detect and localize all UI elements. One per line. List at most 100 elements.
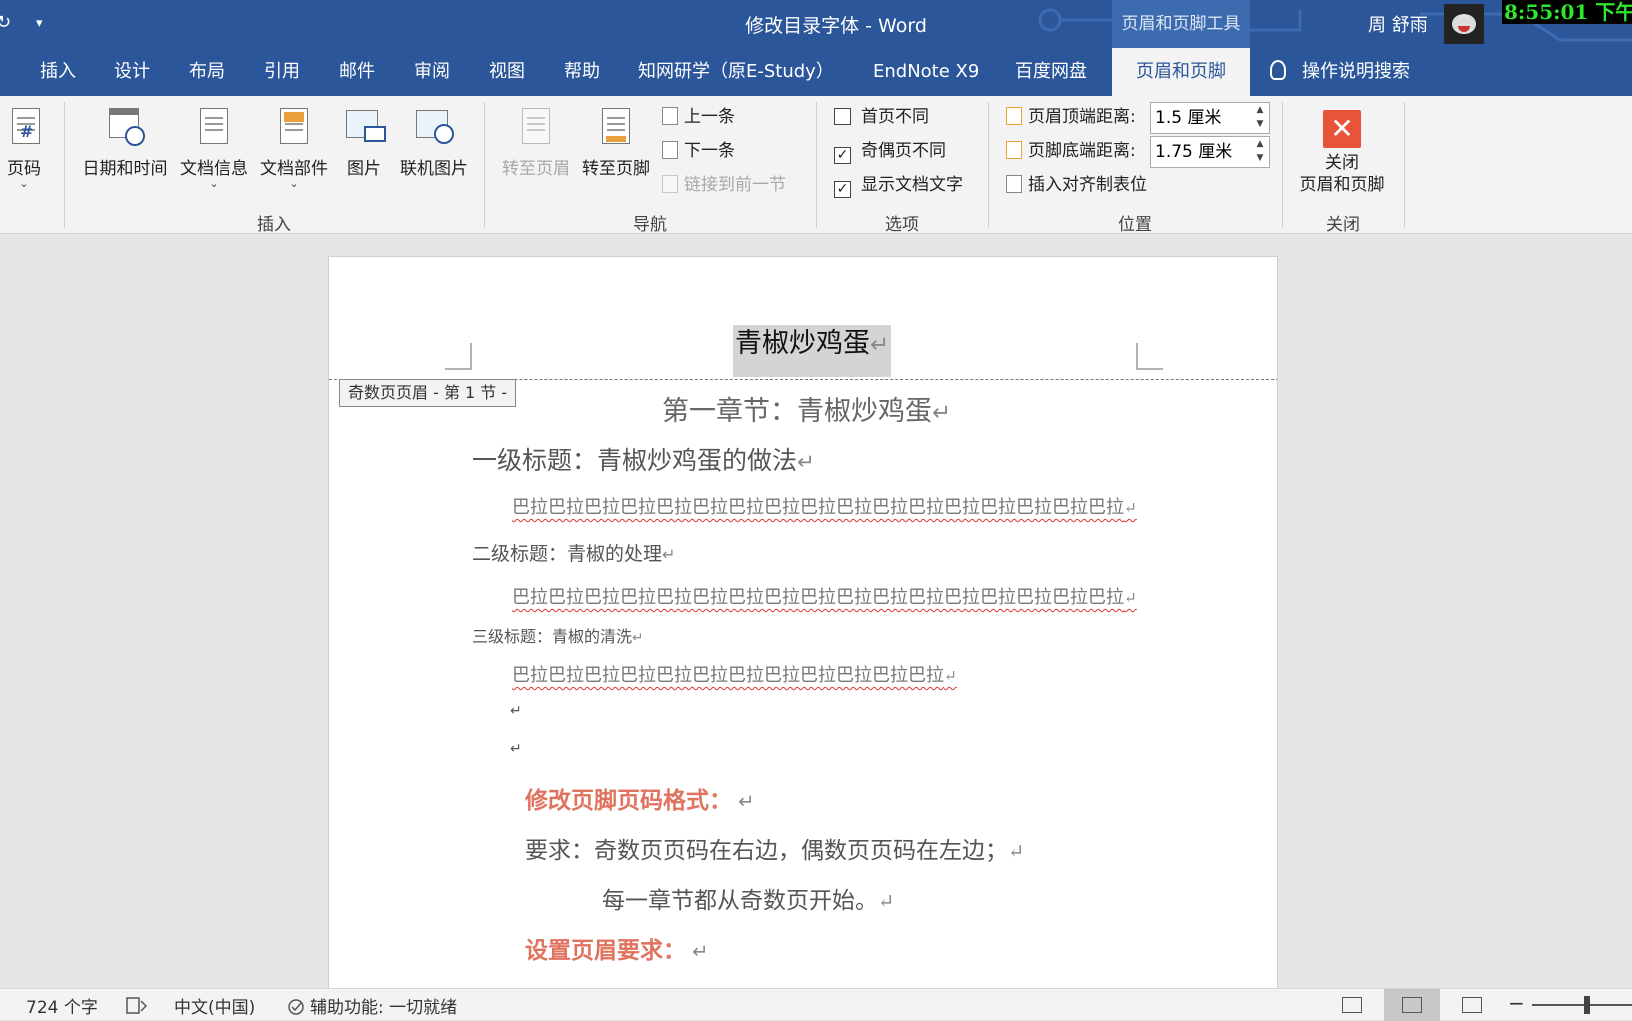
tab-mailings[interactable]: 邮件 <box>339 48 375 96</box>
page-number-button[interactable]: # 页码 ⌄ <box>0 106 48 189</box>
insert-group-label: 插入 <box>257 215 291 235</box>
date-time-button[interactable]: 日期和时间 <box>80 106 170 179</box>
previous-section-icon <box>662 107 678 125</box>
goto-header-button[interactable]: 转至页眉 <box>498 106 574 179</box>
tab-insert[interactable]: 插入 <box>40 48 76 96</box>
footer-position-icon <box>1006 141 1022 159</box>
document-info-icon <box>194 106 234 148</box>
ribbon-tabs: 插入 设计 布局 引用 邮件 审阅 视图 帮助 知网研学（原E-Study） E… <box>0 48 1632 96</box>
avatar[interactable] <box>1444 4 1484 44</box>
accessibility-status[interactable]: 辅助功能: 一切就绪 <box>310 993 457 1018</box>
quick-parts-icon <box>274 106 314 148</box>
account-name[interactable]: 周 舒雨 <box>1368 11 1428 37</box>
group-separator <box>1404 102 1405 228</box>
header-requirement-heading[interactable]: 设置页眉要求： ↵ <box>525 931 709 965</box>
online-picture-icon <box>414 106 454 148</box>
print-layout-icon <box>1402 997 1422 1013</box>
header-from-top-label: 页眉顶端距离: <box>1006 104 1136 130</box>
tab-endnote[interactable]: EndNote X9 <box>873 48 979 96</box>
spinner-arrows-icon[interactable]: ▲ ▼ <box>1253 137 1267 167</box>
document-page[interactable]: 青椒炒鸡蛋↵ 奇数页页眉 - 第 1 节 - 第一章节：青椒炒鸡蛋↵ 一级标题：… <box>328 256 1278 996</box>
zoom-out-icon[interactable]: − <box>1508 991 1525 1015</box>
read-mode-button[interactable] <box>1324 989 1380 1021</box>
page-number-icon: # <box>4 106 44 148</box>
insert-alignment-tab-button[interactable]: 插入对齐制表位 <box>1006 172 1147 198</box>
proofing-icon[interactable] <box>126 997 148 1015</box>
zoom-slider-thumb[interactable] <box>1584 996 1590 1014</box>
position-group-label: 位置 <box>1118 215 1152 235</box>
requirement-line-1[interactable]: 要求：奇数页页码在右边，偶数页页码在左边；↵ <box>525 831 1024 865</box>
tab-references[interactable]: 引用 <box>264 48 300 96</box>
tab-review[interactable]: 审阅 <box>414 48 450 96</box>
tab-header-footer[interactable]: 页眉和页脚 <box>1112 48 1250 96</box>
quick-parts-button[interactable]: 文档部件 ⌄ <box>256 106 332 189</box>
language-indicator[interactable]: 中文(中国) <box>174 993 255 1018</box>
previous-button[interactable]: 上一条 <box>662 104 735 130</box>
tell-me-label: 操作说明搜索 <box>1302 61 1410 82</box>
link-to-previous-button[interactable]: 链接到前一节 <box>662 172 786 198</box>
heading-level-2[interactable]: 二级标题：青椒的处理↵ <box>472 539 676 566</box>
crop-mark-icon <box>445 343 472 370</box>
next-button[interactable]: 下一条 <box>662 138 735 164</box>
contextual-tab-group-label: 页眉和页脚工具 <box>1112 0 1250 48</box>
header-from-top-spinner[interactable]: 1.5 厘米 ▲ ▼ <box>1150 102 1270 134</box>
pictures-button[interactable]: 图片 <box>340 106 388 179</box>
alignment-tab-icon <box>1006 175 1022 193</box>
close-group-label: 关闭 <box>1326 215 1360 235</box>
link-icon <box>662 175 678 193</box>
web-layout-button[interactable] <box>1444 989 1500 1021</box>
lightbulb-icon <box>1270 60 1286 80</box>
picture-icon <box>344 106 386 148</box>
document-info-button[interactable]: 文档信息 ⌄ <box>176 106 252 189</box>
chapter-heading[interactable]: 第一章节：青椒炒鸡蛋↵ <box>662 389 951 428</box>
zoom-slider-track[interactable] <box>1532 1004 1632 1006</box>
tab-design[interactable]: 设计 <box>114 48 150 96</box>
goto-header-icon <box>516 106 556 148</box>
print-layout-button[interactable] <box>1384 989 1440 1021</box>
empty-paragraph-mark: ↵ <box>510 703 522 719</box>
different-odd-even-checkbox[interactable]: ✓ 奇偶页不同 <box>834 138 946 164</box>
different-first-page-checkbox[interactable]: 首页不同 <box>834 104 929 130</box>
header-section-tag: 奇数页页眉 - 第 1 节 - <box>339 379 517 407</box>
calendar-clock-icon <box>105 106 145 148</box>
read-mode-icon <box>1342 997 1362 1013</box>
accessibility-icon[interactable] <box>286 997 308 1017</box>
word-count[interactable]: 724 个字 <box>26 993 98 1018</box>
checkmark-icon: ✓ <box>834 147 851 164</box>
checkmark-icon: ✓ <box>834 181 851 198</box>
status-bar: 724 个字 中文(中国) 辅助功能: 一切就绪 − <box>0 988 1632 1021</box>
spinner-arrows-icon[interactable]: ▲ ▼ <box>1253 103 1267 133</box>
tab-baidu-netdisk[interactable]: 百度网盘 <box>1015 48 1087 96</box>
tab-layout[interactable]: 布局 <box>189 48 225 96</box>
footer-format-heading[interactable]: 修改页脚页码格式： ↵ <box>525 781 755 815</box>
body-paragraph[interactable]: 巴拉巴拉巴拉巴拉巴拉巴拉巴拉巴拉巴拉巴拉巴拉巴拉↵ <box>512 661 957 687</box>
online-pictures-button[interactable]: 联机图片 <box>396 106 472 179</box>
navigation-group-label: 导航 <box>633 215 667 235</box>
tab-help[interactable]: 帮助 <box>564 48 600 96</box>
title-bar: ↻ ▾ 修改目录字体 - Word 页眉和页脚工具 周 舒雨 8:55:01 下… <box>0 0 1632 48</box>
requirement-line-2[interactable]: 每一章节都从奇数页开始。↵ <box>602 881 894 915</box>
goto-footer-button[interactable]: 转至页脚 <box>578 106 654 179</box>
body-paragraph[interactable]: 巴拉巴拉巴拉巴拉巴拉巴拉巴拉巴拉巴拉巴拉巴拉巴拉巴拉巴拉巴拉巴拉巴拉↵ <box>512 583 1137 609</box>
show-document-text-checkbox[interactable]: ✓ 显示文档文字 <box>834 172 963 198</box>
crop-mark-icon <box>1136 343 1163 370</box>
header-text[interactable]: 青椒炒鸡蛋↵ <box>733 325 892 377</box>
heading-level-3[interactable]: 三级标题：青椒的清洗↵ <box>472 623 643 647</box>
heading-level-1[interactable]: 一级标题：青椒炒鸡蛋的做法↵ <box>472 441 815 477</box>
tab-cnki-estudy[interactable]: 知网研学（原E-Study） <box>638 48 834 96</box>
body-paragraph[interactable]: 巴拉巴拉巴拉巴拉巴拉巴拉巴拉巴拉巴拉巴拉巴拉巴拉巴拉巴拉巴拉巴拉巴拉↵ <box>512 493 1137 519</box>
goto-footer-icon <box>596 106 636 148</box>
close-icon: ✕ <box>1323 110 1361 148</box>
options-group-label: 选项 <box>885 215 919 235</box>
footer-from-bottom-label: 页脚底端距离: <box>1006 138 1136 164</box>
footer-from-bottom-spinner[interactable]: 1.75 厘米 ▲ ▼ <box>1150 136 1270 168</box>
ribbon: # 页码 ⌄ 日期和时间 文档信息 ⌄ 文档部件 ⌄ 图片 联机图片 插入 转至… <box>0 96 1632 235</box>
web-layout-icon <box>1462 997 1482 1013</box>
header-position-icon <box>1006 107 1022 125</box>
tell-me-search[interactable]: 操作说明搜索 <box>1270 48 1410 96</box>
close-header-footer-button[interactable]: ✕ 关闭 页眉和页脚 <box>1290 110 1394 196</box>
checkbox-icon <box>834 108 851 125</box>
tab-view[interactable]: 视图 <box>489 48 525 96</box>
clock-overlay: 8:55:01 下午 <box>1502 0 1632 24</box>
empty-paragraph-mark: ↵ <box>510 741 522 757</box>
